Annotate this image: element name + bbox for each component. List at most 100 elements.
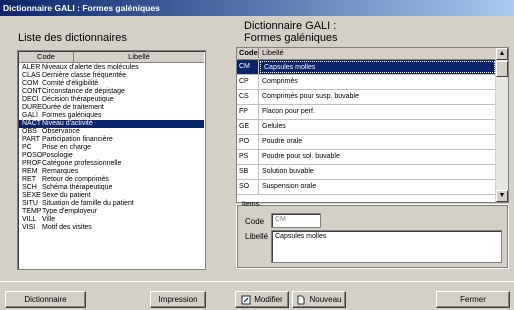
modifier-button[interactable]: Modifier (235, 291, 289, 308)
dictionary-label: Participation financière (42, 136, 113, 143)
dictionary-code: OBS (22, 128, 37, 135)
right-panel-title-line2: Formes galéniques (244, 32, 338, 44)
dictionary-code: SITU (22, 200, 38, 207)
impression-button-label: Impression (158, 295, 198, 304)
dictionary-code: POSO (22, 152, 43, 159)
grid-row[interactable]: SB Solution buvable (237, 165, 496, 180)
grid-scrollbar[interactable]: ▲ ▼ (495, 48, 508, 202)
dictionary-row[interactable]: DURE Durée de traitement (19, 104, 204, 112)
dictionary-row[interactable]: NACT Niveau d'activité (19, 120, 204, 128)
dictionary-row[interactable]: GALI Formes galéniques (19, 112, 204, 120)
dictionary-label: Niveaux d'alerte des molécules (42, 64, 139, 71)
dictionary-row[interactable]: TEMP Type d'employeur (19, 208, 204, 216)
grid-label: Suspension orale (262, 183, 317, 190)
grid-row[interactable]: CS Comprimés pour susp. buvable (237, 90, 496, 105)
impression-button[interactable]: Impression (150, 291, 206, 308)
dictionary-code: PROF (22, 160, 42, 167)
dictionary-row[interactable]: RET Retour de comprimés (19, 176, 204, 184)
dictionary-code: PART (22, 136, 41, 143)
dictionary-row[interactable]: SITU Situation de famille du patient (19, 200, 204, 208)
dictionary-row[interactable]: SEXE Sexe du patient (19, 192, 204, 200)
libelle-field[interactable]: Capsules molles (271, 230, 502, 263)
grid-code: GE (237, 120, 259, 134)
dictionary-label: Situation de famille du patient (42, 200, 134, 207)
dictionary-code: SCH (22, 184, 37, 191)
items-legend: Items (242, 201, 260, 208)
dictionary-label: Sexe du patient (42, 192, 91, 199)
dictionary-row[interactable]: PC Prise en charge (19, 144, 204, 152)
grid-label: Gelules (262, 123, 286, 130)
fermer-button-label: Fermer (460, 295, 486, 304)
dictionary-code: VISI (22, 224, 36, 231)
grid-code: CS (237, 90, 259, 104)
dictionary-label: Type d'employeur (42, 208, 98, 215)
nouveau-button[interactable]: Nouveau (292, 291, 346, 308)
dictionary-row[interactable]: CLAS Dernière classe fréquentée (19, 72, 204, 80)
dictionary-label: Niveau d'activité (42, 120, 93, 127)
dictionary-code: REM (22, 168, 38, 175)
grid-code: PS (237, 150, 259, 164)
col-libelle-header[interactable]: Libellé (74, 52, 204, 62)
dictionary-row[interactable]: CONT Circonstance de dépistage (19, 88, 204, 96)
grid-label: Comprimés (262, 78, 298, 85)
dictionary-row[interactable]: ALER Niveaux d'alerte des molécules (19, 64, 204, 72)
dictionary-code: PC (22, 144, 32, 151)
libelle-label: Libellé (245, 232, 269, 241)
grid-row[interactable]: PS Poudre pour sol. buvable (237, 150, 496, 165)
dictionary-code: DURE (22, 104, 42, 111)
grid-label: Poudre orale (262, 138, 303, 145)
dictionary-list-header: Code Libellé (19, 52, 204, 63)
dictionary-code: DECI (22, 96, 39, 103)
modifier-button-label: Modifier (254, 295, 283, 304)
grid-row[interactable]: FP Flacon pour perf. (237, 105, 496, 120)
dictionary-row[interactable]: POSO Posologie (19, 152, 204, 160)
dictionary-label: Retour de comprimés (42, 176, 109, 183)
dictionary-label: Dernière classe fréquentée (42, 72, 127, 79)
dictionary-code: SEXE (22, 192, 41, 199)
grid-code: SO (237, 180, 259, 194)
dictionary-row[interactable]: VISI Motif des visites (19, 224, 204, 232)
fermer-button[interactable]: Fermer (436, 291, 510, 308)
grid-row[interactable]: CP Comprimés (237, 75, 496, 90)
grid-row[interactable]: GE Gelules (237, 120, 496, 135)
dictionary-row[interactable]: PROF Catégorie professionnelle (19, 160, 204, 168)
dictionary-label: Décision thérapeutique (42, 96, 114, 103)
dictionary-row[interactable]: OBS Observance (19, 128, 204, 136)
dictionary-label: Circonstance de dépistage (42, 88, 125, 95)
dictionary-label: Formes galéniques (42, 112, 102, 119)
items-grid-header: Code Libellé (237, 48, 496, 60)
dictionary-label: Ville (42, 216, 56, 223)
dictionary-code: ALER (22, 64, 41, 71)
grid-row[interactable]: PO Poudre orale (237, 135, 496, 150)
dictionnaire-button-label: Dictionnaire (24, 295, 67, 304)
dictionary-row[interactable]: SCH Schéma thérapeutique (19, 184, 204, 192)
dictionary-code: CONT (22, 88, 42, 95)
dictionary-label: Catégorie professionnelle (42, 160, 122, 167)
dictionnaire-button[interactable]: Dictionnaire (5, 291, 86, 308)
items-grid[interactable]: Code Libellé CM Capsules molles CP Comprimé… (236, 47, 509, 203)
grid-row[interactable]: SO Suspension orale (237, 180, 496, 195)
grid-row[interactable]: CM Capsules molles (237, 60, 496, 75)
edit-icon (241, 295, 251, 305)
grid-label: Capsules molles (260, 61, 495, 73)
grid-code: PO (237, 135, 259, 149)
dictionary-list[interactable]: Code Libellé ALER Niveaux d'alerte des mo… (17, 50, 206, 270)
scroll-thumb[interactable] (496, 61, 508, 77)
scroll-up-button[interactable]: ▲ (496, 48, 508, 60)
dictionary-row[interactable]: DECI Décision thérapeutique (19, 96, 204, 104)
grid-label: Poudre pour sol. buvable (262, 153, 340, 160)
right-panel-title-line1: Dictionnaire GALI : (244, 20, 337, 32)
code-field[interactable]: CM (271, 213, 321, 228)
dictionary-label: Comité d'éligibilité (42, 80, 99, 87)
dictionary-row[interactable]: VILL Ville (19, 216, 204, 224)
dictionary-label: Motif des visites (42, 224, 92, 231)
dictionary-row[interactable]: PART Participation financière (19, 136, 204, 144)
grid-col-code-header[interactable]: Code (237, 48, 259, 58)
dictionary-row[interactable]: REM Remarques (19, 168, 204, 176)
dictionary-row[interactable]: COM Comité d'éligibilité (19, 80, 204, 88)
col-code-header[interactable]: Code (19, 52, 74, 62)
grid-col-libelle-header[interactable]: Libellé (259, 48, 496, 58)
grid-code: SB (237, 165, 259, 179)
dictionary-code: GALI (22, 112, 38, 119)
window-title: Dictionnaire GALI : Formes galéniques (0, 0, 514, 16)
